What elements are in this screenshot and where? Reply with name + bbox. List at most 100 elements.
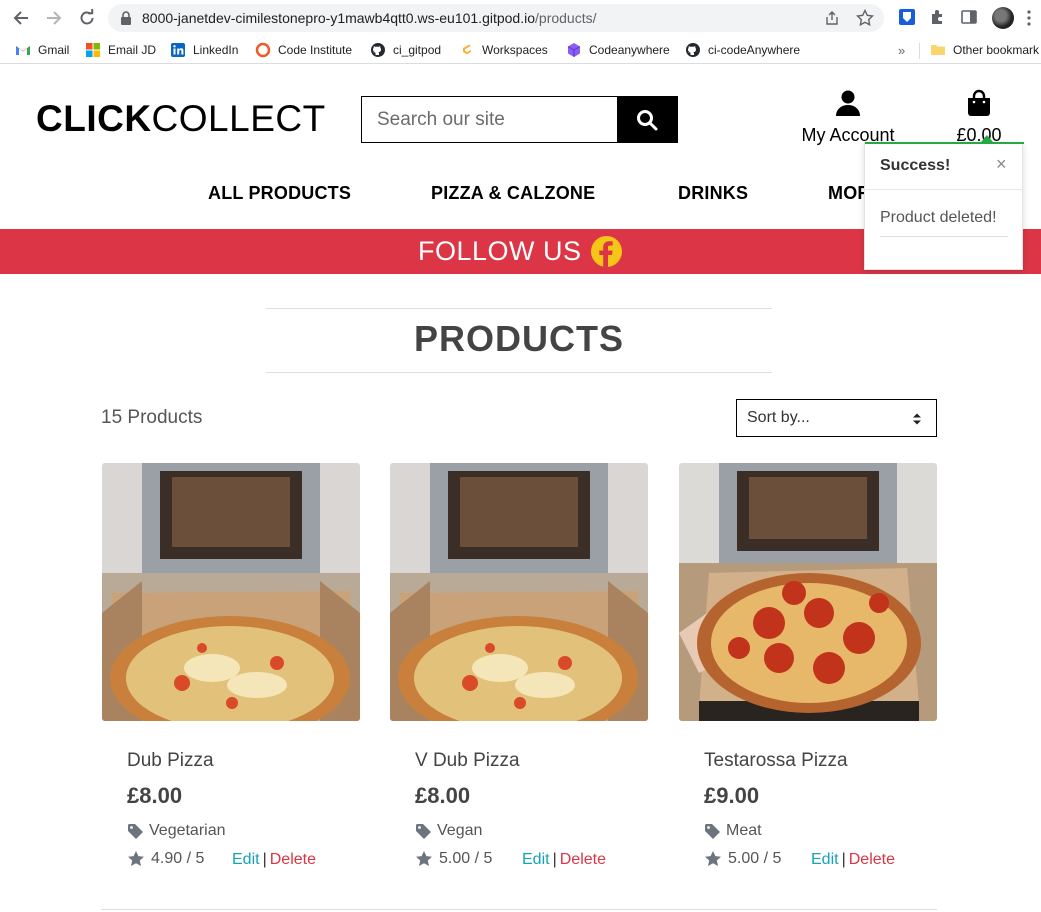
reload-button[interactable] xyxy=(75,6,99,30)
star-icon xyxy=(705,851,721,866)
url-host: 8000-janetdev-cimilestonepro-y1mawb4qtt0… xyxy=(142,10,536,26)
star-icon xyxy=(128,851,144,866)
my-account-link[interactable]: My Account xyxy=(792,89,904,146)
bookmarks-bar: Gmail Email JD LinkedIn Code Institute c… xyxy=(0,36,1041,64)
product-price: £8.00 xyxy=(415,783,471,808)
sort-selector[interactable]: Sort by... xyxy=(736,399,937,437)
action-separator: | xyxy=(552,851,557,868)
reload-icon xyxy=(80,9,94,25)
delete-link[interactable]: Delete xyxy=(560,851,606,868)
delete-link[interactable]: Delete xyxy=(270,851,316,868)
product-price: £9.00 xyxy=(704,783,760,808)
product-category[interactable]: Vegetarian xyxy=(127,822,226,840)
toast-rule xyxy=(880,236,1008,237)
title-rule-top xyxy=(266,308,772,309)
bookmarks-overflow-button[interactable]: » xyxy=(898,43,905,58)
toast-accent-bar xyxy=(865,142,1024,144)
product-admin-actions: Edit | Delete xyxy=(522,851,606,869)
title-rule-bottom xyxy=(266,372,772,373)
rating-value: 5.00 / 5 xyxy=(728,850,782,867)
bookmark-label: Other bookmark xyxy=(953,43,1040,57)
bookmark-label: Workspaces xyxy=(482,43,548,57)
profile-avatar[interactable] xyxy=(992,7,1014,29)
category-label: Vegan xyxy=(437,822,483,839)
lock-icon xyxy=(121,11,131,25)
product-name[interactable]: Dub Pizza xyxy=(127,750,214,772)
toast-close-button[interactable]: × xyxy=(996,155,1007,173)
product-image[interactable] xyxy=(679,463,937,721)
gitpod-icon xyxy=(459,42,475,58)
sort-selected-value: Sort by... xyxy=(747,409,810,426)
microsoft-icon xyxy=(85,42,101,58)
url-text: 8000-janetdev-cimilestonepro-y1mawb4qtt0… xyxy=(142,10,597,26)
action-separator: | xyxy=(262,851,267,868)
bookmark-star-icon[interactable] xyxy=(856,9,874,27)
bookmark-email-jd[interactable]: Email JD xyxy=(85,41,156,59)
facebook-icon[interactable] xyxy=(591,236,622,267)
star-icon xyxy=(416,851,432,866)
toast-arrow xyxy=(981,135,993,142)
gmail-icon xyxy=(15,42,31,58)
product-image[interactable] xyxy=(102,463,360,721)
rating-value: 4.90 / 5 xyxy=(151,850,205,867)
codeanywhere-icon xyxy=(566,42,582,58)
bookmark-gmail[interactable]: Gmail xyxy=(15,41,69,59)
edit-link[interactable]: Edit xyxy=(522,851,550,868)
bookmark-ci-codeanywhere[interactable]: ci-codeAnywhere xyxy=(685,41,800,59)
product-count: 15 Products xyxy=(101,407,203,428)
product-name[interactable]: V Dub Pizza xyxy=(415,750,520,772)
select-arrows-icon xyxy=(913,413,921,425)
search-input[interactable] xyxy=(362,97,617,142)
back-button[interactable] xyxy=(9,6,33,30)
bookmark-ci-gitpod[interactable]: ci_gitpod xyxy=(370,41,441,59)
product-rating: 4.90 / 5 xyxy=(127,850,204,868)
browser-toolbar: 8000-janetdev-cimilestonepro-y1mawb4qtt0… xyxy=(0,0,1041,36)
forward-button[interactable] xyxy=(42,6,66,30)
product-name[interactable]: Testarossa Pizza xyxy=(704,750,848,772)
shopping-bag-icon xyxy=(968,89,990,116)
edit-link[interactable]: Edit xyxy=(811,851,839,868)
search-icon xyxy=(637,109,658,130)
product-category[interactable]: Vegan xyxy=(415,822,482,840)
shopping-bag-link[interactable]: £0.00 xyxy=(950,89,1008,146)
product-image[interactable] xyxy=(390,463,648,721)
side-panel-icon[interactable] xyxy=(960,8,978,26)
share-icon[interactable] xyxy=(824,10,840,26)
linkedin-icon xyxy=(170,42,186,58)
delete-link[interactable]: Delete xyxy=(849,851,895,868)
other-bookmarks-folder[interactable]: Other bookmark xyxy=(930,41,1039,59)
bookmark-workspaces[interactable]: Workspaces xyxy=(459,41,548,59)
url-path: /products/ xyxy=(535,10,597,26)
follow-us-text: FOLLOW US xyxy=(418,236,582,266)
category-label: Meat xyxy=(726,822,762,839)
bookmark-label: Codeanywhere xyxy=(589,43,670,57)
toast-title: Success! xyxy=(880,157,951,174)
product-admin-actions: Edit | Delete xyxy=(811,851,895,869)
logo-light-text: COLLECT xyxy=(151,98,326,139)
extension-bitwarden-icon[interactable] xyxy=(898,8,916,26)
address-bar[interactable]: 8000-janetdev-cimilestonepro-y1mawb4qtt0… xyxy=(108,4,884,32)
tag-icon xyxy=(705,823,720,839)
category-label: Vegetarian xyxy=(149,822,226,839)
bookmark-label: ci_gitpod xyxy=(393,43,442,57)
folder-icon xyxy=(930,42,946,58)
more-vert-icon[interactable] xyxy=(1026,9,1032,27)
arrow-right-icon xyxy=(47,11,62,25)
bookmark-linkedin[interactable]: LinkedIn xyxy=(170,41,238,59)
bookmark-codeanywhere[interactable]: Codeanywhere xyxy=(566,41,670,59)
nav-drinks[interactable]: DRINKS xyxy=(678,183,748,204)
bookmark-label: Code Institute xyxy=(278,43,353,57)
nav-all-products[interactable]: ALL PRODUCTS xyxy=(208,183,351,204)
search-button[interactable] xyxy=(617,97,677,142)
toast-divider xyxy=(865,189,1022,190)
site-logo[interactable]: CLICKCOLLECT xyxy=(36,98,326,140)
bookmark-code-institute[interactable]: Code Institute xyxy=(255,41,352,59)
github-icon xyxy=(685,42,701,58)
tag-icon xyxy=(416,823,431,839)
extensions-puzzle-icon[interactable] xyxy=(929,8,947,26)
rating-value: 5.00 / 5 xyxy=(439,850,493,867)
nav-pizza-calzone[interactable]: PIZZA & CALZONE xyxy=(431,183,595,204)
edit-link[interactable]: Edit xyxy=(232,851,260,868)
product-category[interactable]: Meat xyxy=(704,822,762,840)
product-rating: 5.00 / 5 xyxy=(704,850,781,868)
